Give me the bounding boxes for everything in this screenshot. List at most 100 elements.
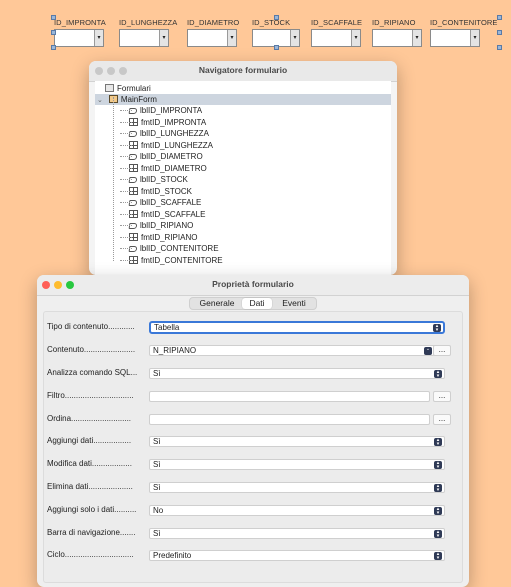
tab-dati[interactable]: Dati bbox=[242, 298, 272, 309]
property-dropdown[interactable]: Sì ▴ ▾ bbox=[149, 368, 445, 379]
tab-generale[interactable]: Generale bbox=[192, 298, 242, 309]
browse-button[interactable]: ... bbox=[433, 391, 451, 402]
chevron-down-icon[interactable]: ⌄ bbox=[97, 97, 103, 104]
property-label: Barra di navigazione....... bbox=[47, 528, 136, 537]
field-label-id-stock[interactable]: ID_STOCK bbox=[252, 18, 290, 27]
selection-handle[interactable] bbox=[497, 45, 502, 50]
tree-item-label: lblID_LUNGHEZZA bbox=[140, 129, 209, 138]
tree-connector bbox=[120, 248, 132, 249]
tree-item-fmtid-contenitore[interactable]: fmtID_CONTENITORE bbox=[95, 255, 391, 266]
tree-connector bbox=[120, 167, 132, 169]
dropdown-arrow-icon: ▾ bbox=[159, 30, 168, 46]
tree-item-lblid-impronta[interactable]: lblID_IMPRONTA bbox=[95, 105, 391, 116]
tree-item-label: fmtID_SCAFFALE bbox=[141, 209, 206, 219]
tree-item-lblid-lunghezza[interactable]: lblID_LUNGHEZZA bbox=[95, 128, 391, 139]
property-label: Analizza comando SQL... bbox=[47, 368, 138, 377]
tree-root[interactable]: Formulari bbox=[95, 83, 391, 94]
dropdown-stepper-icon[interactable]: ▴ ▾ bbox=[434, 507, 442, 516]
dropdown-arrow-icon: ▾ bbox=[470, 30, 479, 46]
property-label: Modifica dati.................. bbox=[47, 459, 132, 468]
dropdown-arrow-icon: ▾ bbox=[290, 30, 299, 46]
selection-handle[interactable] bbox=[274, 15, 279, 20]
tree-item-label: lblID_IMPRONTA bbox=[140, 106, 203, 115]
selection-handle[interactable] bbox=[497, 30, 502, 35]
property-text-field[interactable] bbox=[149, 414, 430, 425]
property-value: No bbox=[153, 506, 164, 515]
chevron-down-icon[interactable]: ⌄ bbox=[424, 347, 432, 355]
navigator-titlebar[interactable]: Navigatore formulario bbox=[89, 61, 397, 82]
property-label: Ordina........................... bbox=[47, 414, 132, 423]
tree-connector bbox=[120, 156, 132, 157]
field-control-id-contenitore[interactable]: ▾ bbox=[430, 29, 480, 47]
tree-item-lblid-ripiano[interactable]: lblID_RIPIANO bbox=[95, 220, 391, 231]
tree-item-label: lblID_STOCK bbox=[140, 175, 188, 184]
property-dropdown[interactable]: No ▴ ▾ bbox=[149, 505, 445, 516]
field-label-id-impronta[interactable]: ID_IMPRONTA bbox=[54, 18, 106, 27]
field-control-id-lunghezza[interactable]: ▾ bbox=[119, 29, 169, 47]
tree-item-fmtid-lunghezza[interactable]: fmtID_LUNGHEZZA bbox=[95, 140, 391, 151]
property-value: Sì bbox=[153, 529, 161, 538]
property-dropdown[interactable]: Predefinito ▴ ▾ bbox=[149, 550, 445, 561]
tree-item-lblid-stock[interactable]: lblID_STOCK bbox=[95, 174, 391, 185]
tree-connector bbox=[120, 202, 132, 203]
tree-item-lblid-diametro[interactable]: lblID_DIAMETRO bbox=[95, 151, 391, 162]
tree-item-lblid-contenitore[interactable]: lblID_CONTENITORE bbox=[95, 243, 391, 254]
browse-button[interactable]: ... bbox=[433, 414, 451, 425]
properties-title: Proprietà formulario bbox=[212, 279, 294, 289]
dropdown-stepper-icon[interactable]: ▴ ▾ bbox=[434, 530, 442, 539]
field-control-id-scaffale[interactable]: ▾ bbox=[311, 29, 361, 47]
selection-handle[interactable] bbox=[497, 15, 502, 20]
label-control-icon bbox=[128, 223, 138, 229]
field-label-id-lunghezza[interactable]: ID_LUNGHEZZA bbox=[119, 18, 177, 27]
dropdown-stepper-icon[interactable]: ▴ ▾ bbox=[434, 438, 442, 447]
tree-item-fmtid-diametro[interactable]: fmtID_DIAMETRO bbox=[95, 163, 391, 174]
label-control-icon bbox=[128, 246, 138, 252]
property-dropdown[interactable]: N_RIPIANO ⌄ bbox=[149, 345, 435, 356]
property-label: Elimina dati.................... bbox=[47, 482, 133, 491]
dropdown-stepper-icon[interactable]: ▴ ▾ bbox=[434, 552, 442, 561]
selection-handle[interactable] bbox=[51, 15, 56, 20]
property-dropdown[interactable]: Sì ▴ ▾ bbox=[149, 436, 445, 447]
field-control-id-ripiano[interactable]: ▾ bbox=[372, 29, 422, 47]
tree-item-fmtid-impronta[interactable]: fmtID_IMPRONTA bbox=[95, 117, 391, 128]
browse-button[interactable]: ... bbox=[433, 345, 451, 356]
field-label-id-contenitore[interactable]: ID_CONTENITORE bbox=[430, 18, 498, 27]
tree-connector bbox=[120, 190, 132, 192]
selection-handle[interactable] bbox=[274, 45, 279, 50]
properties-tabs: Generale Dati Eventi bbox=[189, 297, 317, 310]
dropdown-arrow-icon: ▾ bbox=[94, 30, 103, 46]
property-dropdown[interactable]: Sì ▴ ▾ bbox=[149, 459, 445, 470]
navigator-tree[interactable]: Formulari ⌄ MainForm lblID_IMPRONTA fmtID_… bbox=[95, 81, 391, 275]
tree-item-label: fmtID_CONTENITORE bbox=[141, 255, 223, 265]
field-control-id-impronta[interactable]: ▾ bbox=[54, 29, 104, 47]
dropdown-stepper-icon[interactable]: ▴ ▾ bbox=[434, 484, 442, 493]
dropdown-stepper-icon[interactable]: ▴ ▾ bbox=[433, 324, 441, 333]
tree-item-lblid-scaffale[interactable]: lblID_SCAFFALE bbox=[95, 197, 391, 208]
property-text-field[interactable] bbox=[149, 391, 430, 402]
label-control-icon bbox=[128, 200, 138, 206]
field-label-id-scaffale[interactable]: ID_SCAFFALE bbox=[311, 18, 362, 27]
tab-eventi[interactable]: Eventi bbox=[274, 298, 314, 309]
tree-connector bbox=[120, 110, 132, 111]
property-dropdown[interactable]: Sì ▴ ▾ bbox=[149, 482, 445, 493]
field-label-id-ripiano[interactable]: ID_RIPIANO bbox=[372, 18, 416, 27]
field-label-id-diametro[interactable]: ID_DIAMETRO bbox=[187, 18, 239, 27]
selection-handle[interactable] bbox=[51, 30, 56, 35]
selection-handle[interactable] bbox=[51, 45, 56, 50]
tree-item-fmtid-ripiano[interactable]: fmtID_RIPIANO bbox=[95, 232, 391, 243]
dropdown-stepper-icon[interactable]: ▴ ▾ bbox=[434, 370, 442, 379]
property-dropdown[interactable]: Tabella ▴ ▾ bbox=[149, 321, 445, 334]
property-value: Sì bbox=[153, 483, 161, 492]
label-control-icon bbox=[128, 131, 138, 137]
property-label: Contenuto....................... bbox=[47, 345, 136, 354]
dropdown-stepper-icon[interactable]: ▴ ▾ bbox=[434, 461, 442, 470]
tree-item-mainform[interactable]: ⌄ MainForm bbox=[95, 94, 391, 105]
tree-item-fmtid-stock[interactable]: fmtID_STOCK bbox=[95, 186, 391, 197]
dropdown-arrow-icon: ▾ bbox=[227, 30, 236, 46]
label-control-icon bbox=[128, 154, 138, 160]
property-value: Sì bbox=[153, 369, 161, 378]
properties-titlebar[interactable]: Proprietà formulario bbox=[37, 275, 469, 296]
field-control-id-diametro[interactable]: ▾ bbox=[187, 29, 237, 47]
property-dropdown[interactable]: Sì ▴ ▾ bbox=[149, 528, 445, 539]
tree-item-fmtid-scaffale[interactable]: fmtID_SCAFFALE bbox=[95, 209, 391, 220]
